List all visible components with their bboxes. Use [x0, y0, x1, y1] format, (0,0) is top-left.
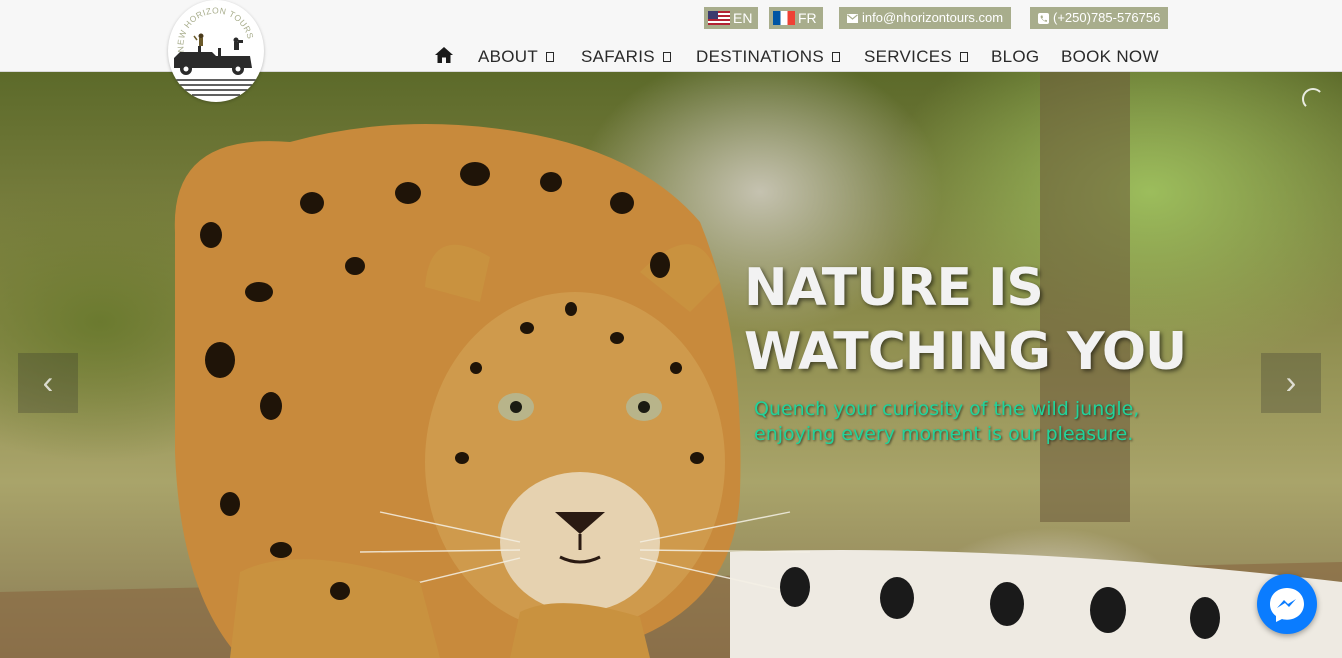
hero-subline: Quench your curiosity of the wild jungle…: [754, 397, 1254, 447]
hero-subline-line1: Quench your curiosity of the wild jungle…: [754, 398, 1140, 420]
hero-headline-line2: WATCHING YOU: [744, 322, 1187, 382]
tail-spot: [1090, 587, 1126, 633]
fur-spot: [205, 342, 235, 378]
us-flag-icon: [708, 11, 730, 25]
tail-spot: [990, 582, 1024, 626]
dropdown-caret-icon: [960, 52, 969, 62]
nav-blog[interactable]: BLOG: [991, 46, 1039, 68]
fur-spot: [470, 362, 482, 374]
fur-spot: [345, 257, 365, 275]
fur-spot: [610, 192, 634, 214]
fur-spot: [270, 542, 292, 558]
slider-prev-button[interactable]: ‹: [18, 353, 78, 413]
fur-spot: [300, 192, 324, 214]
fur-spot: [455, 452, 469, 464]
hero-subline-line2: enjoying every moment is our pleasure.: [754, 423, 1134, 445]
envelope-icon: [847, 13, 858, 23]
nav-home[interactable]: [434, 46, 454, 64]
home-icon: [435, 47, 453, 63]
chevron-left-icon: ‹: [42, 364, 54, 400]
logo-ring-text: NEW HORIZON TOURS: [175, 5, 255, 52]
fur-spot: [540, 172, 562, 192]
dropdown-caret-icon: [662, 52, 671, 62]
fur-spot: [460, 162, 490, 186]
nav-services-label: SERVICES: [864, 47, 953, 66]
slider-loading-icon: [1302, 88, 1324, 110]
site-logo[interactable]: NEW HORIZON TOURS: [168, 0, 264, 102]
phone-icon: [1038, 12, 1049, 24]
tail-spot: [880, 577, 914, 619]
tail-spot: [780, 567, 810, 607]
fur-spot: [245, 282, 273, 302]
fur-spot: [690, 452, 704, 464]
messenger-icon: [1270, 588, 1304, 622]
safari-jeep-logo-icon: NEW HORIZON TOURS: [174, 5, 258, 96]
fur-spot: [200, 222, 222, 248]
fur-spot: [395, 182, 421, 204]
fur-spot: [220, 492, 240, 516]
nav-services[interactable]: SERVICES: [864, 46, 969, 68]
svg-text:NEW HORIZON TOURS: NEW HORIZON TOURS: [175, 5, 255, 52]
fur-spot: [520, 322, 534, 334]
email-text: info@nhorizontours.com: [862, 10, 1004, 25]
nav-destinations[interactable]: DESTINATIONS: [696, 46, 840, 68]
nav-blog-label: BLOG: [991, 47, 1040, 66]
fur-spot: [610, 332, 624, 344]
fr-flag-icon: [773, 11, 795, 25]
language-en-button[interactable]: EN: [704, 7, 759, 29]
nav-book-now-label: BOOK NOW: [1061, 47, 1159, 66]
nav-about[interactable]: ABOUT: [478, 46, 555, 68]
fur-spot: [650, 252, 670, 278]
hero-slider: NATURE IS WATCHING YOU Quench your curio…: [0, 72, 1342, 658]
tail-spot: [1190, 597, 1220, 639]
fur-spot: [670, 362, 682, 374]
nav-about-label: ABOUT: [478, 47, 539, 66]
phone-text: (+250)785-576756: [1053, 10, 1161, 25]
hero-headline-line1: NATURE IS: [744, 258, 1044, 318]
nav-destinations-label: DESTINATIONS: [696, 47, 824, 66]
nav-book-now[interactable]: BOOK NOW: [1061, 46, 1159, 68]
language-en-label: EN: [733, 10, 753, 26]
slider-next-button[interactable]: ›: [1261, 353, 1321, 413]
nav-safaris[interactable]: SAFARIS: [581, 46, 671, 68]
dropdown-caret-icon: [831, 52, 840, 62]
phone-link[interactable]: (+250)785-576756: [1030, 7, 1169, 29]
fur-spot: [260, 392, 282, 420]
nav-safaris-label: SAFARIS: [581, 47, 655, 66]
fur-spot: [330, 582, 350, 600]
messenger-chat-button[interactable]: [1257, 574, 1317, 634]
hero-headline: NATURE IS WATCHING YOU: [744, 256, 1264, 384]
language-fr-button[interactable]: FR: [769, 7, 823, 29]
email-link[interactable]: info@nhorizontours.com: [839, 7, 1012, 29]
dropdown-caret-icon: [546, 52, 555, 62]
fur-spot: [565, 302, 577, 316]
chevron-right-icon: ›: [1285, 364, 1297, 400]
language-fr-label: FR: [798, 10, 817, 26]
